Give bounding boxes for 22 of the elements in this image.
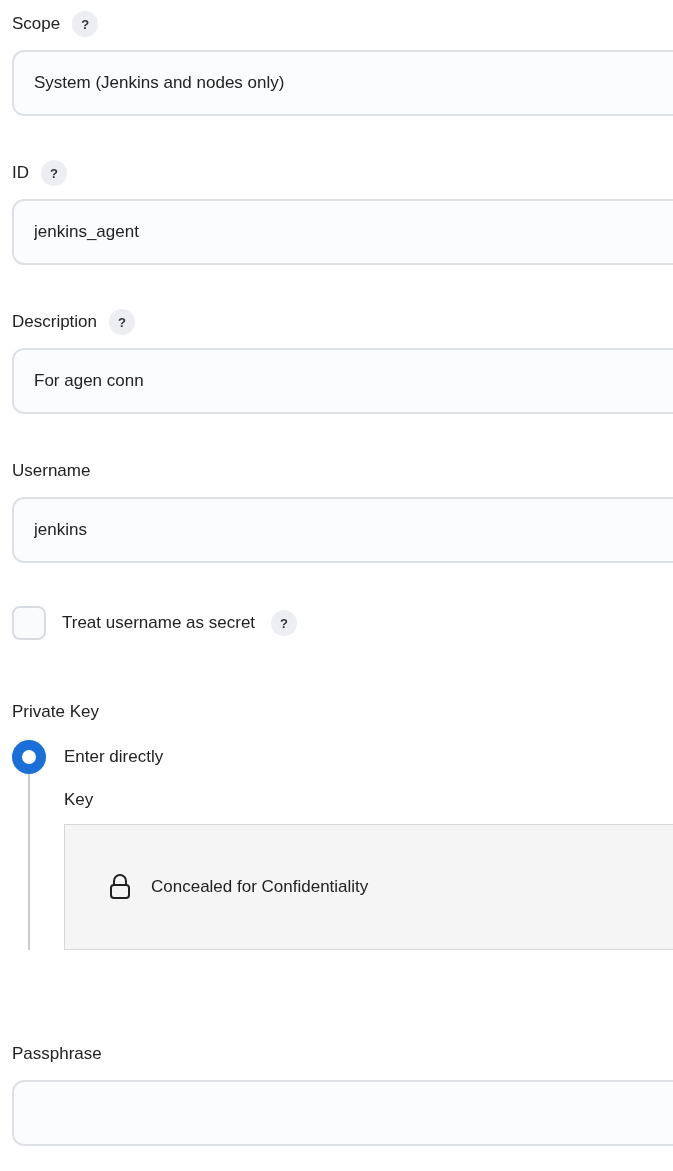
input-field[interactable]: System (Jenkins and nodes only) xyxy=(12,50,673,116)
help-button[interactable]: ? xyxy=(41,160,67,186)
radio-button[interactable] xyxy=(12,740,46,774)
field-label: Description xyxy=(12,311,98,333)
input-field[interactable] xyxy=(12,1080,673,1146)
input-field[interactable]: For agen conn xyxy=(12,348,673,414)
help-button[interactable]: ? xyxy=(109,309,136,335)
help-button[interactable]: ? xyxy=(271,610,298,636)
field-label: Private Key xyxy=(12,701,100,723)
radio-label[interactable]: Enter directly xyxy=(64,747,164,767)
field-label: Passphrase xyxy=(12,1043,102,1065)
help-button[interactable]: ? xyxy=(72,11,99,37)
checkbox[interactable] xyxy=(12,606,46,640)
concealed-text: Concealed for Confidentiality xyxy=(151,877,369,897)
field-label: Key xyxy=(64,789,95,811)
input-field[interactable]: jenkins_agent xyxy=(12,199,673,265)
field-label: ID xyxy=(12,162,29,184)
checkbox-label[interactable]: Treat username as secret xyxy=(62,613,256,633)
lock-icon xyxy=(109,874,131,900)
field-label: Scope xyxy=(12,13,61,35)
field-label: Username xyxy=(12,460,91,482)
input-field[interactable]: jenkins xyxy=(12,497,673,563)
